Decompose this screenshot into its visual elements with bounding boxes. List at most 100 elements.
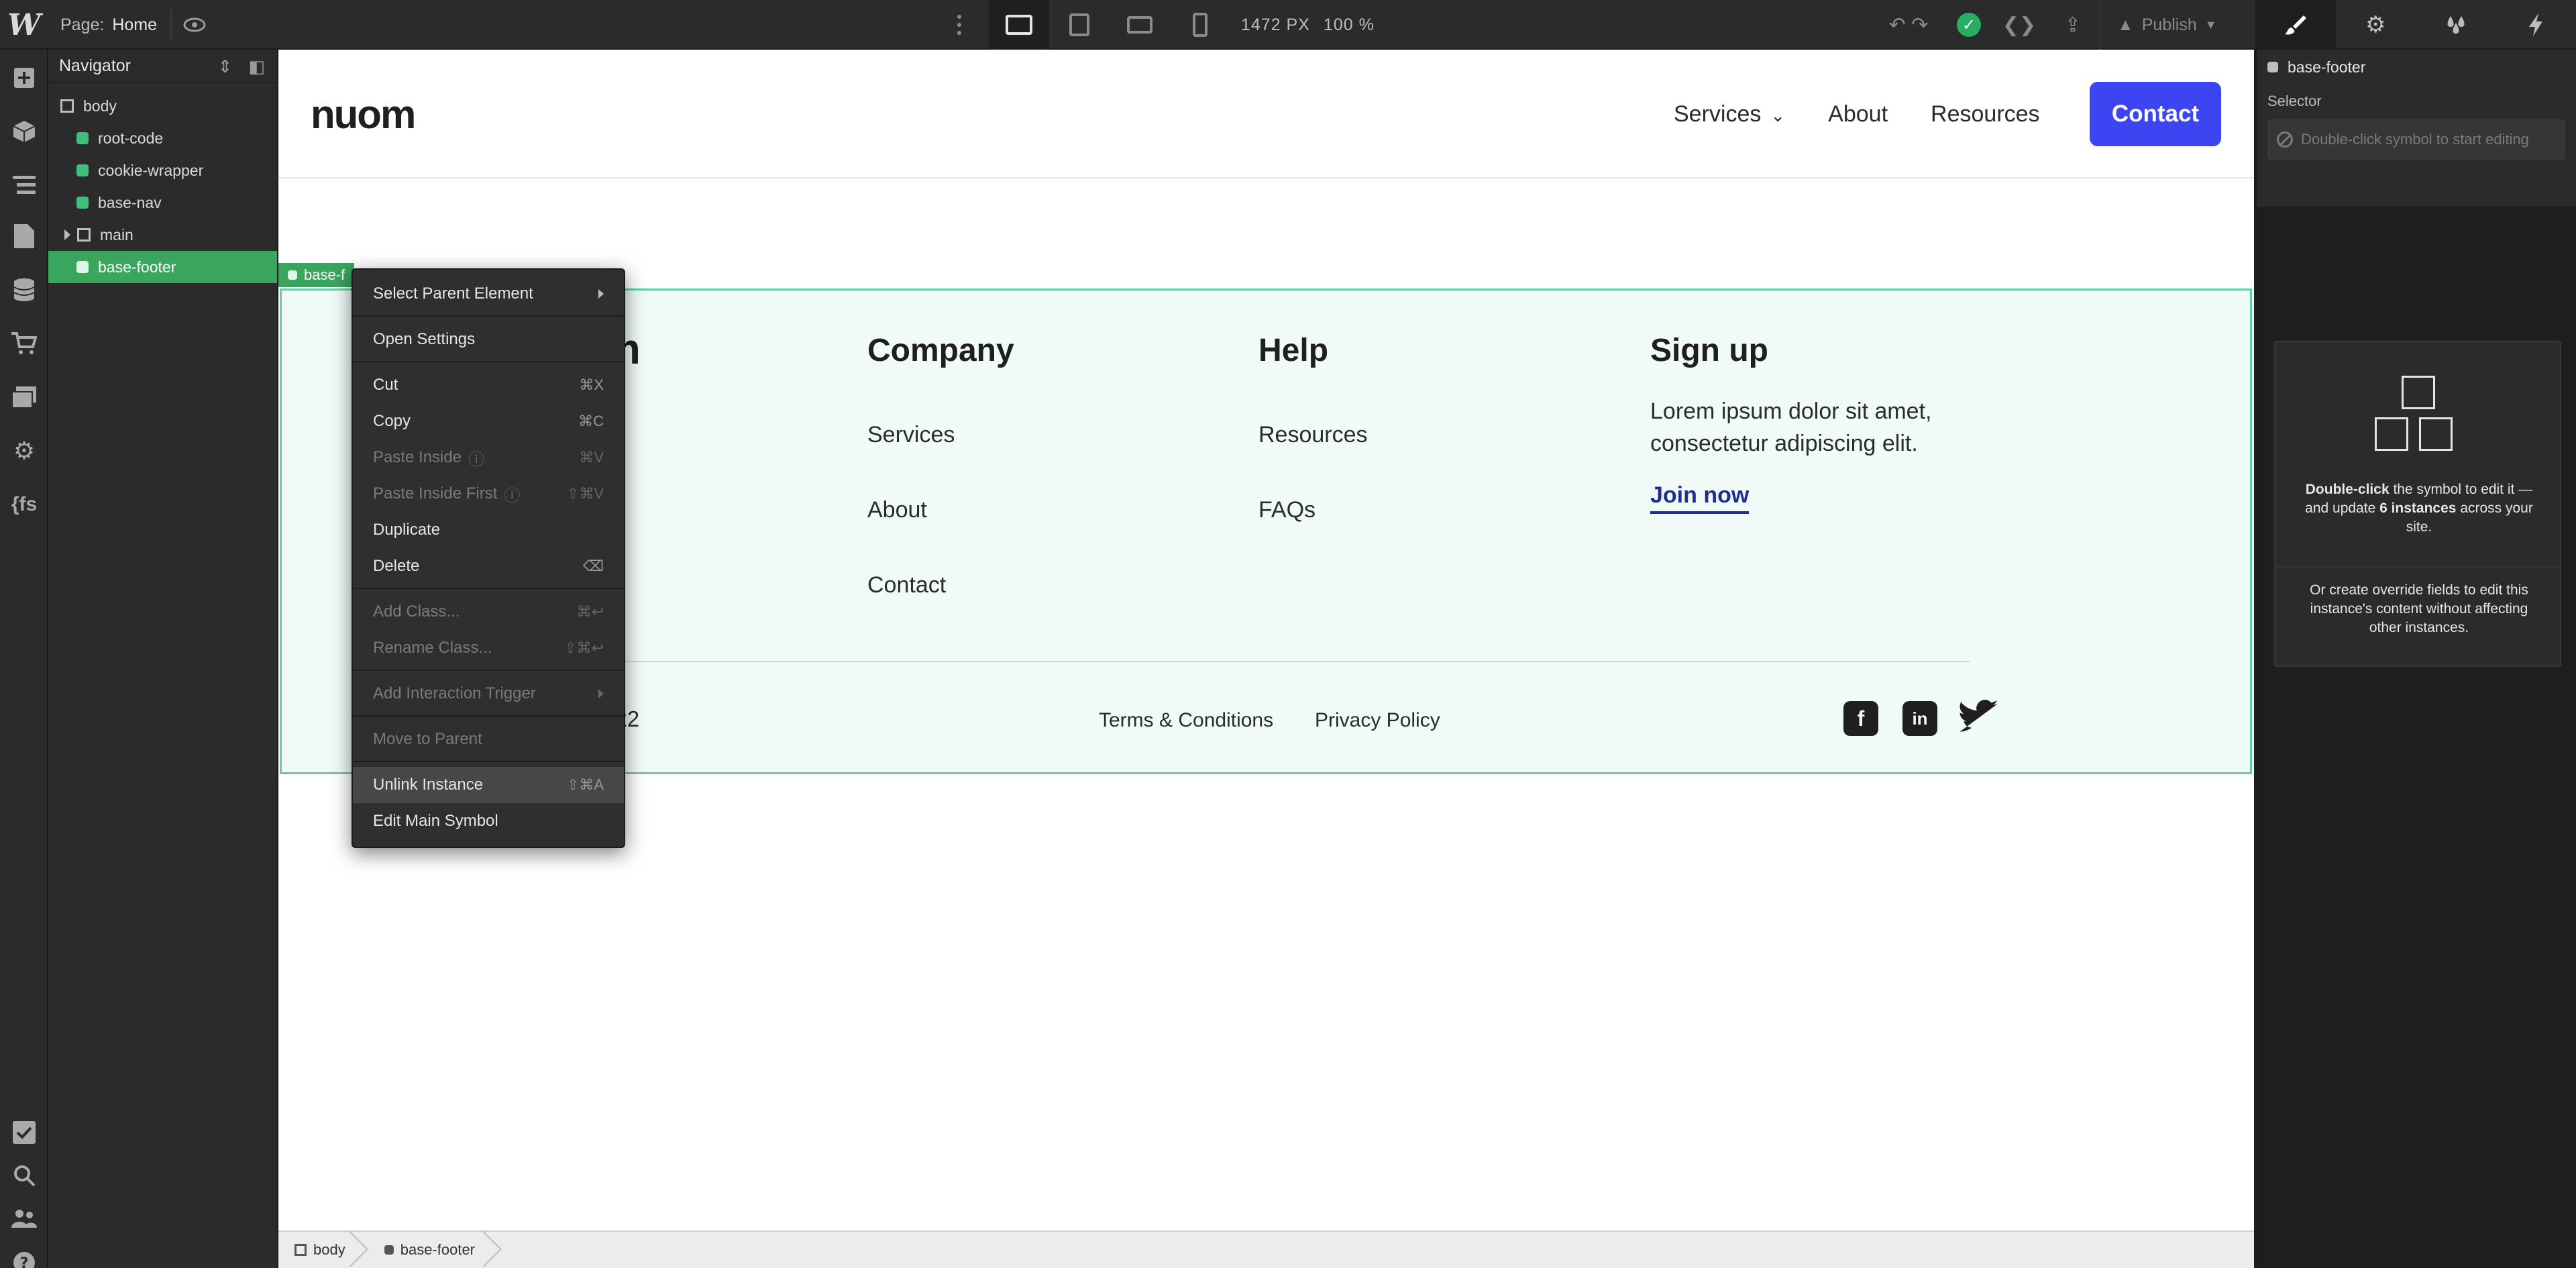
menu-delete[interactable]: Delete ⌫: [353, 548, 624, 584]
pages-icon[interactable]: [0, 212, 48, 260]
breakpoint-switcher: [989, 0, 1271, 50]
bolt-icon[interactable]: [2496, 0, 2576, 50]
settings-icon[interactable]: ⚙: [0, 427, 48, 475]
tablet-breakpoint-icon[interactable]: [1049, 0, 1110, 50]
footer-link-services[interactable]: Services: [867, 422, 955, 448]
footer-help-title: Help: [1258, 333, 1329, 368]
menu-open-settings[interactable]: Open Settings: [353, 321, 624, 358]
navigator-title: Navigator: [59, 56, 131, 75]
site-logo[interactable]: nuom: [311, 91, 416, 138]
style-panel: base-footer Selector Double-click symbol…: [2255, 50, 2576, 1268]
chevron-down-icon: ⌄: [1770, 105, 1786, 125]
desktop-breakpoint-icon[interactable]: [989, 0, 1049, 50]
panel-tabs: ⚙: [2255, 0, 2576, 50]
breadcrumb: body base-footer: [278, 1230, 2254, 1268]
privacy-link[interactable]: Privacy Policy: [1315, 709, 1440, 732]
gear-icon[interactable]: ⚙: [2336, 0, 2416, 50]
menu-copy[interactable]: Copy ⌘C: [353, 403, 624, 439]
menu-item-label: Rename Class...: [373, 639, 492, 657]
menu-rename-class: Rename Class... ⇧⌘↩: [353, 630, 624, 666]
menu-edit-main-symbol[interactable]: Edit Main Symbol: [353, 803, 624, 839]
menu-paste-inside: Paste Inside ⓘ ⌘V: [353, 439, 624, 476]
join-now-link[interactable]: Join now: [1650, 482, 1750, 514]
publish-label: Publish: [2141, 15, 2197, 34]
cube-icon[interactable]: [0, 107, 48, 156]
menu-separator: [353, 670, 624, 671]
menu-add-interaction-trigger: Add Interaction Trigger: [353, 676, 624, 712]
menu-separator: [353, 361, 624, 362]
selector-input[interactable]: Double-click symbol to start editing: [2267, 119, 2565, 160]
site-header[interactable]: nuom Services ⌄ About Resources Contact: [278, 50, 2254, 178]
box-icon: [77, 228, 91, 242]
dock-panel-icon[interactable]: ◧: [248, 56, 265, 77]
brush-icon[interactable]: [2255, 0, 2336, 50]
cms-icon[interactable]: [0, 266, 48, 314]
nav-item-cookie-wrapper[interactable]: cookie-wrapper: [48, 154, 277, 187]
menu-paste-inside-first: Paste Inside First ⓘ ⇧⌘V: [353, 476, 624, 512]
menu-resources[interactable]: Resources: [1931, 101, 2040, 127]
terms-link[interactable]: Terms & Conditions: [1099, 709, 1273, 732]
webflow-logo[interactable]: W: [0, 0, 48, 50]
menu-select-parent-element[interactable]: Select Parent Element: [353, 276, 624, 312]
footer-link-faqs[interactable]: FAQs: [1258, 497, 1316, 523]
ecommerce-icon[interactable]: [0, 319, 48, 368]
menu-duplicate[interactable]: Duplicate: [353, 512, 624, 548]
menu-unlink-instance[interactable]: Unlink Instance ⇧⌘A: [353, 767, 624, 803]
expand-arrow-icon[interactable]: [64, 229, 70, 240]
symbol-icon: [76, 164, 89, 176]
help-icon[interactable]: ?: [0, 1238, 48, 1268]
nav-item-base-nav[interactable]: base-nav: [48, 187, 277, 219]
publish-status-icon[interactable]: ✓: [1945, 0, 1992, 50]
nav-item-body[interactable]: body: [48, 90, 277, 122]
mobile-landscape-breakpoint-icon[interactable]: [1110, 0, 1170, 50]
mobile-portrait-breakpoint-icon[interactable]: [1170, 0, 1230, 50]
footer-link-resources[interactable]: Resources: [1258, 422, 1368, 448]
publish-rocket-icon: ▲: [2117, 15, 2134, 34]
expand-collapse-icon[interactable]: ⇕: [218, 56, 233, 77]
preview-eye-icon[interactable]: [174, 0, 215, 50]
menu-item-label: Move to Parent: [373, 730, 482, 748]
more-vertical-icon[interactable]: [939, 0, 979, 50]
add-icon[interactable]: [0, 54, 48, 102]
assets-icon[interactable]: [0, 373, 48, 421]
selector-label: Selector: [2267, 93, 2322, 109]
menu-about[interactable]: About: [1828, 101, 1888, 127]
breadcrumb-label: body: [313, 1241, 345, 1258]
nav-item-label: main: [100, 225, 133, 244]
contact-button[interactable]: Contact: [2090, 82, 2221, 146]
page-name: Home: [112, 15, 158, 34]
facebook-icon[interactable]: f: [1843, 701, 1878, 736]
undo-redo-icons[interactable]: ↶ ↷: [1872, 0, 1945, 50]
menu-separator: [353, 315, 624, 317]
menu-item-label: Paste Inside First: [373, 484, 498, 503]
nav-item-main[interactable]: main: [48, 219, 277, 251]
drops-icon[interactable]: [2416, 0, 2496, 50]
nav-item-base-footer[interactable]: base-footer: [48, 251, 277, 283]
code-icon[interactable]: {fs: [0, 480, 48, 529]
menu-services[interactable]: Services ⌄: [1674, 101, 1785, 127]
site-menu: Services ⌄ About Resources: [1674, 50, 2040, 178]
submenu-arrow-icon: [598, 289, 604, 299]
navigator-icon[interactable]: [0, 161, 48, 209]
publish-button[interactable]: ▲ Publish ▼: [2100, 0, 2233, 50]
menu-item-label: Cut: [373, 376, 398, 394]
users-icon[interactable]: [0, 1194, 48, 1243]
linkedin-icon[interactable]: in: [1902, 701, 1937, 736]
breadcrumb-body[interactable]: body: [278, 1231, 362, 1268]
svg-text:?: ?: [20, 1255, 29, 1268]
nav-item-root-code[interactable]: root-code: [48, 122, 277, 154]
menu-services-label: Services: [1674, 101, 1762, 127]
checklist-icon[interactable]: [0, 1108, 48, 1157]
info-icon: ⓘ: [504, 486, 521, 505]
footer-link-contact[interactable]: Contact: [867, 572, 946, 598]
search-icon[interactable]: [0, 1151, 48, 1200]
code-export-icon[interactable]: ❮❯: [1992, 0, 2046, 50]
share-icon[interactable]: ⇪: [2046, 0, 2100, 50]
menu-item-label: Select Parent Element: [373, 284, 533, 303]
selected-element-tag[interactable]: base-f: [278, 263, 355, 287]
breadcrumb-base-footer[interactable]: base-footer: [362, 1231, 495, 1268]
twitter-icon[interactable]: [1959, 700, 1999, 738]
footer-link-about[interactable]: About: [867, 497, 927, 523]
menu-cut[interactable]: Cut ⌘X: [353, 367, 624, 403]
page-selector[interactable]: Page: Home: [60, 0, 157, 50]
